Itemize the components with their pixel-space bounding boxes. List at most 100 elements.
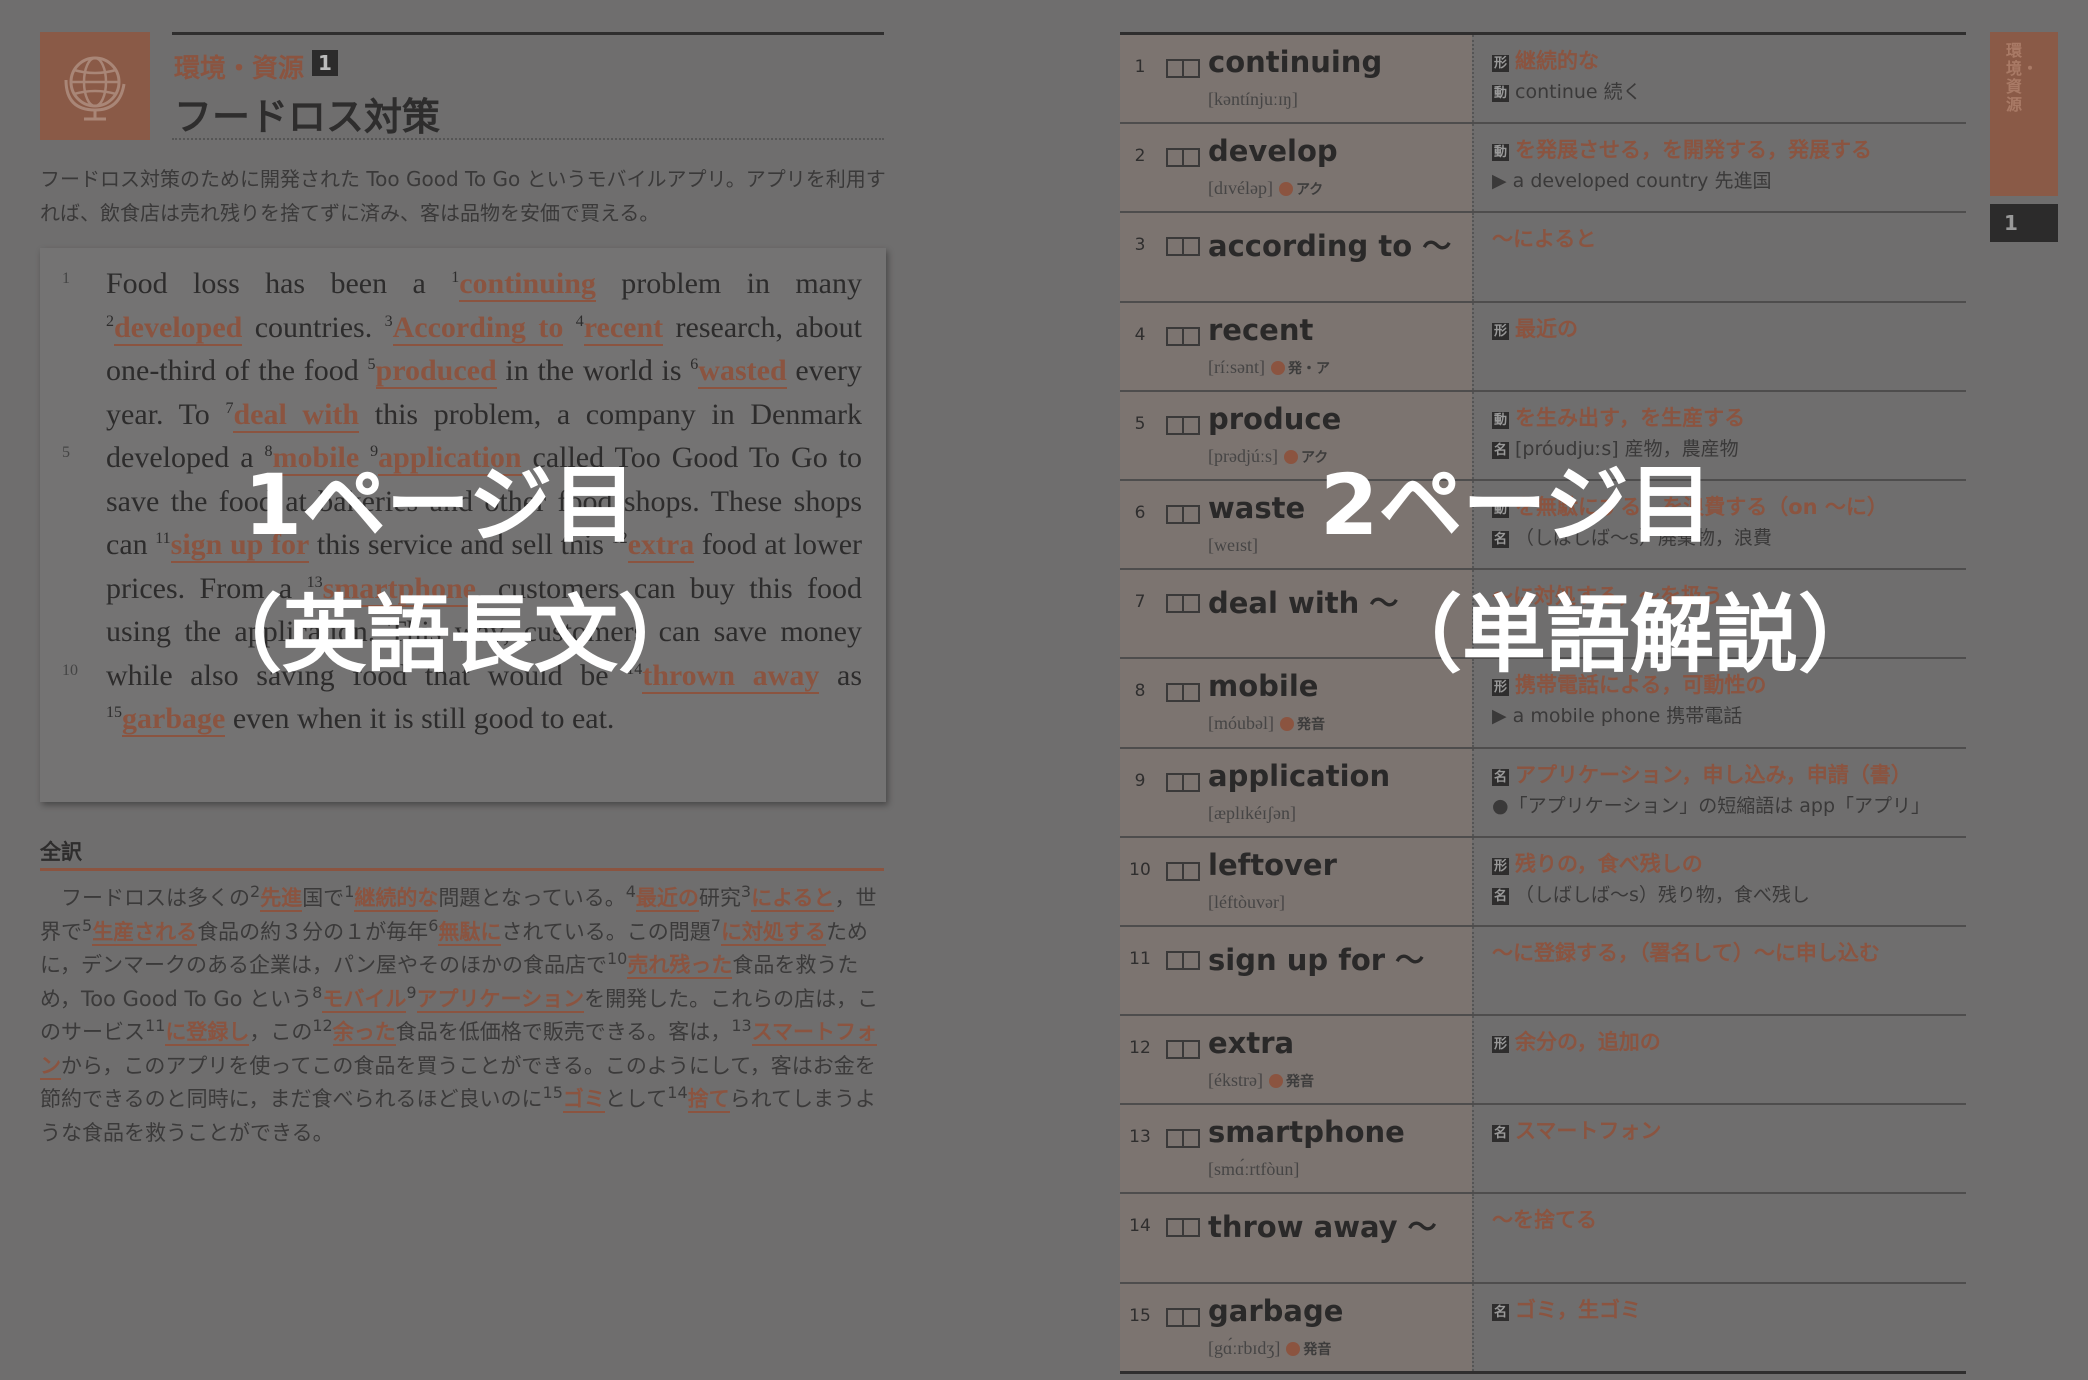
pos-badge: 名 bbox=[1492, 768, 1509, 786]
vocab-pronunciation: [æplɪkéɪʃən] bbox=[1208, 802, 1296, 823]
vocab-word: mobile bbox=[1208, 669, 1319, 704]
vocab-row: 14 throw away ～ ～を捨てる bbox=[1120, 1192, 1966, 1282]
checkbox-icon[interactable] bbox=[1166, 504, 1200, 524]
vocab-pronunciation: [ríːsənt] 発・ア bbox=[1208, 356, 1330, 378]
checkbox-icon[interactable] bbox=[1166, 326, 1200, 346]
line-number: 5 bbox=[62, 444, 70, 461]
line-number: 10 bbox=[62, 662, 78, 679]
checkbox-icon[interactable] bbox=[1166, 237, 1200, 257]
vocab-number: 3 bbox=[1134, 235, 1146, 256]
vocab-meaning-cell: 形残りの，食べ残しの名（しばしば～s）残り物，食べ残し bbox=[1472, 837, 1966, 925]
vocab-row: 3 according to ～ ～によると bbox=[1120, 211, 1966, 301]
vocab-meaning-cell: 名ゴミ，生ゴミ bbox=[1472, 1283, 1966, 1371]
checkbox-icon[interactable] bbox=[1166, 148, 1200, 168]
vocab-word-cell: 1 continuing [kəntínjuːɪŋ] bbox=[1120, 35, 1472, 123]
translation-text: フードロスは多くの2先進国で1継続的な問題となっている。4最近の研究3によると，… bbox=[40, 882, 879, 1145]
pos-badge: 動 bbox=[1492, 144, 1509, 162]
vocab-meaning-cell: 形継続的な動 continue 続く bbox=[1472, 35, 1966, 123]
vocab-word: extra bbox=[1208, 1026, 1295, 1061]
checkbox-icon[interactable] bbox=[1166, 1129, 1200, 1149]
line-number: 1 bbox=[62, 270, 70, 287]
vocab-word-cell: 13 smartphone [smɑ́ːrtfòun] bbox=[1120, 1105, 1472, 1193]
vocab-meaning-cell: 名スマートフォン bbox=[1472, 1105, 1966, 1193]
pos-badge: 名 bbox=[1492, 1125, 1509, 1143]
side-category-tab: 環境・資源 bbox=[1990, 32, 2058, 196]
vocab-word-cell: 4 recent [ríːsənt] 発・ア bbox=[1120, 302, 1472, 390]
vocab-note: 動 continue 続く bbox=[1492, 81, 1642, 103]
vocab-pronunciation: [dɪvéləp] アク bbox=[1208, 178, 1324, 199]
vocab-note: ▶ a mobile phone 携帯電話 bbox=[1492, 705, 1743, 728]
side-category-number: 1 bbox=[1990, 204, 2058, 242]
vocab-row: 15 garbage [gɑ́ːrbɪdʒ] 発音 名ゴミ，生ゴミ bbox=[1120, 1281, 1966, 1371]
vocab-note: ●「アプリケーション」の短縮語は app「アプリ」 bbox=[1492, 794, 1931, 817]
vocab-number: 9 bbox=[1134, 770, 1146, 791]
vocab-meaning-cell: ～を捨てる bbox=[1472, 1194, 1966, 1282]
vocab-word-cell: 14 throw away ～ bbox=[1120, 1194, 1472, 1282]
pos-badge: 名 bbox=[1492, 887, 1509, 905]
checkbox-icon[interactable] bbox=[1166, 1218, 1200, 1238]
vocab-word-cell: 12 extra [ékstrə] 発音 bbox=[1120, 1016, 1472, 1104]
vocab-word: leftover bbox=[1208, 847, 1337, 882]
vocab-number: 10 bbox=[1129, 859, 1151, 880]
globe-icon bbox=[64, 56, 126, 121]
vocab-note: 名（しばしば～s）残り物，食べ残し bbox=[1492, 883, 1810, 906]
vocab-meaning: 動を生み出す，を生産する bbox=[1492, 405, 1746, 430]
checkbox-icon[interactable] bbox=[1166, 415, 1200, 435]
checkbox-icon[interactable] bbox=[1166, 861, 1200, 881]
vocab-meaning: 名アプリケーション，申し込み，申請（書） bbox=[1492, 762, 1912, 787]
checkbox-icon[interactable] bbox=[1166, 1040, 1200, 1060]
vocab-meaning: 名ゴミ，生ゴミ bbox=[1492, 1297, 1641, 1322]
translation-rule bbox=[40, 868, 884, 871]
accent-mark: 発・ア bbox=[1271, 358, 1330, 378]
left-page: 環境・資源 1 フードロス対策 フードロス対策のために開発された Too Goo… bbox=[0, 0, 1000, 1380]
category-number: 1 bbox=[312, 50, 338, 76]
vocab-word-cell: 11 sign up for ～ bbox=[1120, 926, 1472, 1015]
checkbox-icon[interactable] bbox=[1166, 1307, 1200, 1327]
accent-mark: 発音 bbox=[1269, 1071, 1314, 1091]
vocab-meaning: 形継続的な bbox=[1492, 49, 1599, 73]
vocab-number: 7 bbox=[1134, 592, 1146, 613]
vocab-number: 5 bbox=[1134, 413, 1146, 434]
vocab-meaning-cell: ～に登録する，（署名して）～に申し込む bbox=[1472, 926, 1966, 1015]
vocab-meaning-cell: 形最近の bbox=[1472, 302, 1966, 390]
vocab-number: 13 bbox=[1129, 1127, 1151, 1148]
vocab-number: 4 bbox=[1134, 324, 1146, 345]
vocab-word: according to ～ bbox=[1208, 229, 1452, 264]
vocab-word: waste bbox=[1208, 490, 1306, 525]
vocab-word: continuing bbox=[1208, 45, 1383, 79]
vocab-number: 2 bbox=[1134, 146, 1146, 167]
vocab-meaning-cell: 名アプリケーション，申し込み，申請（書） ●「アプリケーション」の短縮語は app… bbox=[1472, 748, 1966, 836]
vocab-pronunciation: [prədjúːs] アク bbox=[1208, 445, 1329, 466]
vocab-meaning: 形残りの，食べ残しの bbox=[1492, 851, 1703, 876]
vocab-row: 12 extra [ékstrə] 発音 形余分の，追加の bbox=[1120, 1014, 1966, 1104]
checkbox-icon[interactable] bbox=[1166, 683, 1200, 703]
vocab-number: 15 bbox=[1129, 1305, 1151, 1326]
overlay-page2-title: 2ページ目 bbox=[1320, 456, 1713, 554]
pos-badge: 形 bbox=[1492, 857, 1509, 875]
header-rule bbox=[172, 32, 884, 35]
vocab-meaning: 名スマートフォン bbox=[1492, 1119, 1662, 1144]
checkbox-icon[interactable] bbox=[1166, 59, 1200, 78]
pos-badge: 形 bbox=[1492, 1036, 1509, 1054]
vocab-number: 8 bbox=[1134, 681, 1146, 702]
right-page: 1 continuing [kəntínjuːɪŋ] 形継続的な動 continue 続… bbox=[1000, 0, 2088, 1380]
vocab-number: 12 bbox=[1129, 1038, 1151, 1059]
accent-mark: アク bbox=[1279, 179, 1323, 199]
checkbox-icon[interactable] bbox=[1166, 772, 1200, 792]
page-title: フードロス対策 bbox=[174, 95, 441, 139]
checkbox-icon[interactable] bbox=[1166, 950, 1200, 970]
translation-label: 全訳 bbox=[40, 840, 82, 864]
vocab-meaning: ～によると bbox=[1492, 227, 1597, 252]
vocab-number: 11 bbox=[1129, 948, 1151, 969]
vocab-word: recent bbox=[1208, 312, 1314, 347]
vocab-note: ▶ a developed country 先進国 bbox=[1492, 170, 1772, 193]
vocab-meaning: 動を発展させる，を開発する，発展する bbox=[1492, 138, 1872, 163]
vocab-row: 1 continuing [kəntínjuːɪŋ] 形継続的な動 continue 続… bbox=[1120, 35, 1966, 123]
vocab-pronunciation: [gɑ́ːrbɪdʒ] 発音 bbox=[1208, 1337, 1332, 1359]
pos-badge: 動 bbox=[1492, 85, 1509, 102]
vocab-pronunciation: [smɑ́ːrtfòun] bbox=[1208, 1159, 1300, 1180]
category-label: 環境・資源 bbox=[174, 54, 305, 84]
side-tab-label: 環境・資源 bbox=[2006, 41, 2039, 114]
checkbox-icon[interactable] bbox=[1166, 594, 1200, 614]
accent-mark: 発音 bbox=[1286, 1339, 1331, 1359]
